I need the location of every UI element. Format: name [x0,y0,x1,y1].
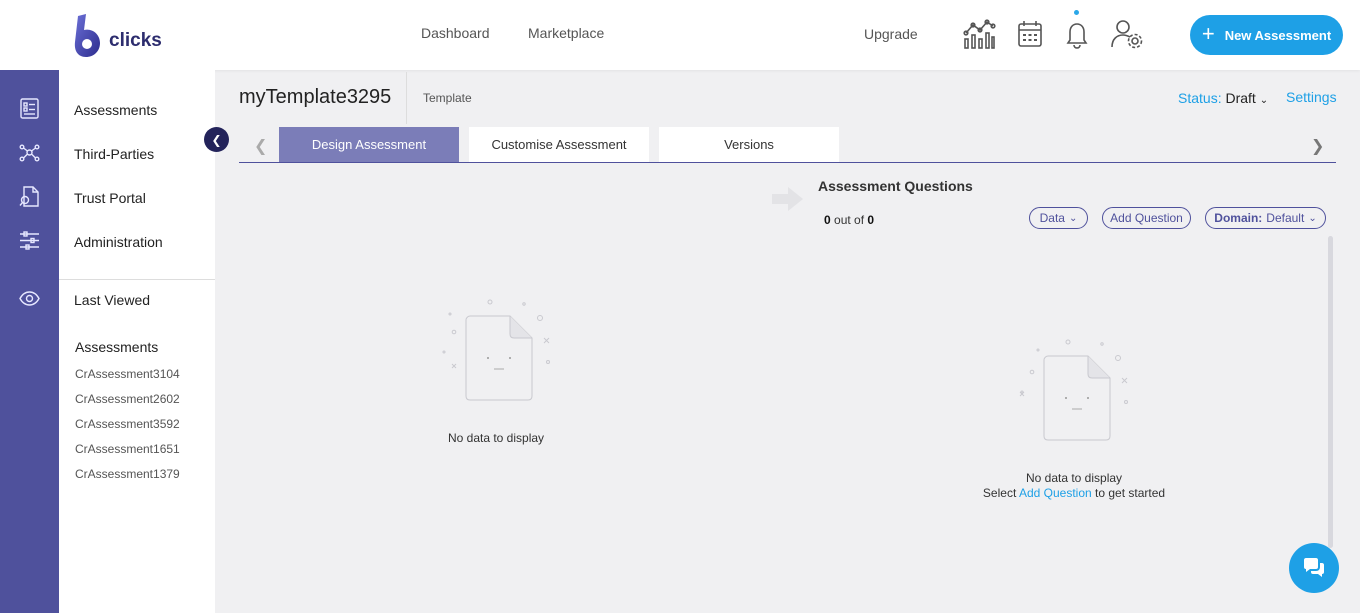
chevron-down-icon: ⌄ [1308,212,1317,224]
question-count: 0 out of 0 [824,213,874,227]
tab-customise-assessment[interactable]: Customise Assessment [469,127,649,162]
tab-versions[interactable]: Versions [659,127,839,162]
recent-item[interactable]: CrAssessment2602 [75,392,180,406]
chat-button[interactable] [1289,543,1339,593]
title-divider [406,72,407,124]
sidebar-item-trust-portal[interactable]: Trust Portal [74,190,146,206]
sidebar-item-administration[interactable]: Administration [74,234,163,250]
icon-rail [0,70,59,613]
notification-dot [1074,10,1079,15]
domain-label: Domain: [1214,211,1263,225]
count-total: 0 [867,213,875,227]
sidebar-item-assessments[interactable]: Assessments [74,102,157,118]
tabs-prev-icon[interactable]: ❮ [254,136,267,156]
hint-suffix: to get started [1095,486,1166,500]
analytics-chart-icon[interactable] [962,17,996,51]
recent-item[interactable]: CrAssessment3592 [75,417,180,431]
page-title: myTemplate3295 [239,86,392,108]
logo[interactable]: clicks [72,12,162,58]
empty-state-text: No data to display [1025,471,1123,485]
add-question-label: Add Question [1110,211,1183,225]
recent-item[interactable]: CrAssessment3104 [75,367,180,381]
status-label: Status: [1178,90,1222,106]
brand-name: clicks [109,30,162,51]
add-question-button[interactable]: Add Question [1102,207,1191,229]
network-icon[interactable] [19,142,40,163]
settings-link[interactable]: Settings [1286,89,1337,105]
empty-state-text: No data to display [447,431,545,445]
chat-icon [1304,558,1324,577]
document-search-icon[interactable] [19,186,40,207]
assessments-icon[interactable] [19,98,40,119]
recent-section-heading: Assessments [75,339,159,355]
tab-design-assessment[interactable]: Design Assessment [279,127,459,162]
sidebar-item-last-viewed[interactable]: Last Viewed [74,292,150,308]
nav-marketplace[interactable]: Marketplace [528,25,604,41]
chevron-down-icon: ⌄ [1068,212,1078,224]
new-assessment-button[interactable]: + New Assessment [1190,15,1343,55]
eye-icon[interactable] [19,288,40,309]
chevron-left-icon: ❮ [211,132,222,147]
new-assessment-label: New Assessment [1224,27,1332,43]
questions-title: Assessment Questions [818,178,973,194]
calendar-icon[interactable] [1013,17,1047,51]
top-bar: clicks Dashboard Marketplace Upgrade + N… [0,0,1360,70]
status-dropdown[interactable]: Status: Draft ⌄ [1178,90,1268,106]
side-panel: Assessments Third-Parties Trust Portal A… [59,70,215,613]
user-settings-icon[interactable] [1110,17,1144,51]
empty-document-icon [442,299,550,401]
tabs-next-icon[interactable]: ❯ [1311,136,1324,156]
data-filter-label: Data [1039,211,1065,225]
plus-icon: + [1201,21,1215,46]
bell-icon[interactable] [1060,17,1094,51]
logo-mark-icon [74,14,100,57]
upgrade-link[interactable]: Upgrade [864,26,918,42]
hint-prefix: Select [982,486,1017,500]
status-value: Draft [1225,90,1256,106]
empty-document-icon [1019,339,1128,441]
data-filter-button[interactable]: Data ⌄ [1029,207,1088,229]
domain-value: Default [1266,211,1305,225]
recent-item[interactable]: CrAssessment1651 [75,442,180,456]
add-question-link[interactable]: Add Question [1019,486,1092,500]
domain-filter-button[interactable]: Domain: Default ⌄ [1205,207,1326,229]
questions-scrollbar[interactable] [1328,236,1333,548]
count-current: 0 [824,213,831,227]
nav-dashboard[interactable]: Dashboard [421,25,490,41]
sliders-icon[interactable] [19,230,40,251]
page-subtitle: Template [423,91,472,105]
sidebar-item-third-parties[interactable]: Third-Parties [74,146,154,162]
collapse-sidebar-button[interactable]: ❮ [204,127,229,152]
recent-item[interactable]: CrAssessment1379 [75,467,180,481]
sidebar-divider [59,279,215,280]
chevron-down-icon: ⌄ [1259,95,1269,106]
empty-state-hint: Select Add Question to get started [954,486,1194,500]
arrow-right-icon [772,187,803,211]
tabs-underline [239,162,1336,163]
count-mid: out of [834,213,865,227]
